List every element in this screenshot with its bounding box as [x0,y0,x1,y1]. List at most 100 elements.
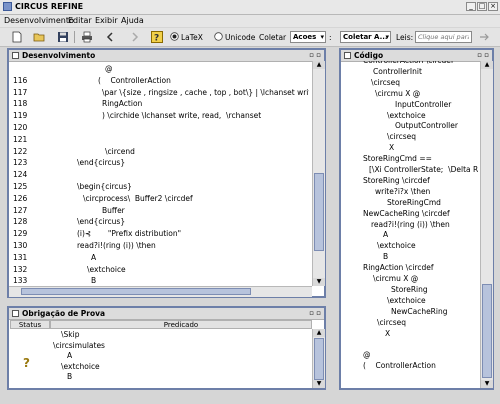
code-line: \circprocess\ Buffer2 \circdef [83,193,193,203]
panel-controls-icon[interactable]: ▫ ▫ [309,309,321,317]
proof-panel-header: Obrigação de Prova ▫ ▫ [9,308,324,320]
close-icon[interactable]: × [488,2,498,11]
colon-separator: : [329,33,332,42]
latex-radio[interactable] [170,32,179,41]
new-file-icon[interactable] [11,31,23,43]
acoes-select[interactable]: Acoes ▾ [290,31,326,43]
menu-bar: Desenvolvimento Editar Exibir Ajuda [0,15,500,27]
line-number: 131 [13,252,28,262]
dev-panel-header: Desenvolvimento ▫ ▫ [9,50,324,62]
code-line: RingAction \circdef [363,263,434,273]
code-line: \extchoice [387,295,426,305]
dev-scroll-thumb[interactable] [314,173,324,251]
line-number: 127 [13,205,28,215]
scroll-up-icon[interactable]: ▲ [313,329,325,337]
scroll-down-icon[interactable]: ▼ [313,278,325,286]
maximize-icon[interactable]: □ [477,2,487,11]
forward-arrow-icon[interactable] [129,31,141,43]
panel-icon [12,310,19,317]
toolbar: ? LaTeX Unicode Coletar Acoes ▾ : Coleta… [0,28,500,47]
proof-panel: Obrigação de Prova ▫ ▫ Status Predicado … [7,306,326,390]
line-number: 122 [13,146,28,156]
line-number: 123 [13,158,28,168]
menu-exibir[interactable]: Exibir [95,16,118,25]
line-number: 118 [13,99,28,109]
code-scroll-thumb[interactable] [482,284,492,378]
code-line: NewCacheRing [391,306,448,316]
scroll-up-icon[interactable]: ▲ [313,61,325,69]
leis-label: Leis: [396,33,414,42]
svg-text:?: ? [154,34,159,43]
code-line: B [91,276,97,286]
save-icon[interactable] [57,31,69,43]
question-icon: ? [23,356,30,370]
code-line: Buffer [102,205,125,215]
code-line: [\Xi ControllerState; \Delta R [369,165,479,174]
line-number: 124 [13,170,28,180]
proof-vertical-scrollbar[interactable]: ▲ ▼ [312,329,325,388]
column-header-predicado[interactable]: Predicado [50,320,312,329]
line-number: 125 [13,182,28,191]
code-line: ( ControllerAction [363,361,436,371]
chevron-down-icon: ▾ [320,33,324,41]
line-number: 119 [13,111,28,121]
svg-text:?: ? [23,356,30,370]
scroll-up-icon[interactable]: ▲ [481,61,493,69]
coletar-button[interactable]: Coletar [259,33,286,42]
coletar-select-value: Coletar A... [343,33,388,41]
code-viewer[interactable]: ControllerAction \circdefControllerInit\… [363,61,479,377]
code-line: \par \{size , ringsize , cache , top , b… [102,87,309,97]
code-line: StoreRingCmd [387,197,441,207]
code-line: X [385,328,391,338]
code-line: \begin{circus} [77,182,132,191]
code-line: OutputController [395,121,458,131]
predicado-line: \extchoice [61,361,100,371]
code-panel-title: Código [354,51,384,60]
code-line: ) \circhide \lchanset write, read, \rcha… [102,111,262,121]
help-icon[interactable]: ? [151,31,163,44]
coletar-select[interactable]: Coletar A... ▾ [340,31,391,43]
dev-code-editor[interactable]: @116 ( ControllerAction 117 \par \{size , r… [13,64,309,288]
code-line: ControllerAction \circdef [363,61,454,65]
line-number: 130 [13,241,28,250]
leis-search-input[interactable] [415,31,472,43]
scroll-down-icon[interactable]: ▼ [481,380,493,388]
code-line: @ [105,64,113,73]
proof-predicado-cell[interactable]: \Skip \circsimulates A \extchoice B [53,330,303,385]
code-line: StoreRing \circdef [363,175,430,185]
open-folder-icon[interactable] [33,31,45,43]
panel-controls-icon[interactable]: ▫ ▫ [477,51,489,59]
menu-ajuda[interactable]: Ajuda [121,16,144,25]
unicode-radio[interactable] [214,32,223,41]
proof-panel-title: Obrigação de Prova [22,309,106,318]
code-line: \extchoice [387,110,426,120]
search-go-icon[interactable] [478,31,492,43]
code-line: \circend [105,146,135,156]
dev-vertical-scrollbar[interactable]: ▲ ▼ [312,61,325,286]
line-number: 116 [13,75,28,85]
menu-editar[interactable]: Editar [68,16,92,25]
code-vertical-scrollbar[interactable]: ▲ ▼ [480,61,493,388]
line-number: 129 [13,229,28,239]
back-arrow-icon[interactable] [104,31,116,43]
proof-status-cell[interactable]: ? [22,356,34,370]
predicado-line: \Skip [61,330,80,339]
predicado-line: \circsimulates [53,340,105,350]
column-header-status[interactable]: Status [10,320,50,329]
dev-horizontal-scrollbar[interactable] [9,286,312,297]
line-number: 120 [13,123,28,132]
proof-scroll-thumb[interactable] [314,338,324,380]
code-line: InputController [395,99,452,109]
scroll-down-icon[interactable]: ▼ [313,380,325,388]
panel-controls-icon[interactable]: ▫ ▫ [309,51,321,59]
dev-hscroll-thumb[interactable] [21,288,251,295]
predicado-line: A [67,351,73,360]
code-line: \extchoice [87,264,126,274]
print-icon[interactable] [81,31,93,43]
code-line: \circmu X @ [375,88,421,98]
code-line: ( ControllerAction [98,75,171,85]
menu-desenvolvimento[interactable]: Desenvolvimento [4,16,74,25]
minimize-icon[interactable]: _ [466,2,476,11]
toolbar-separator [74,31,75,43]
code-line: X [389,143,395,153]
